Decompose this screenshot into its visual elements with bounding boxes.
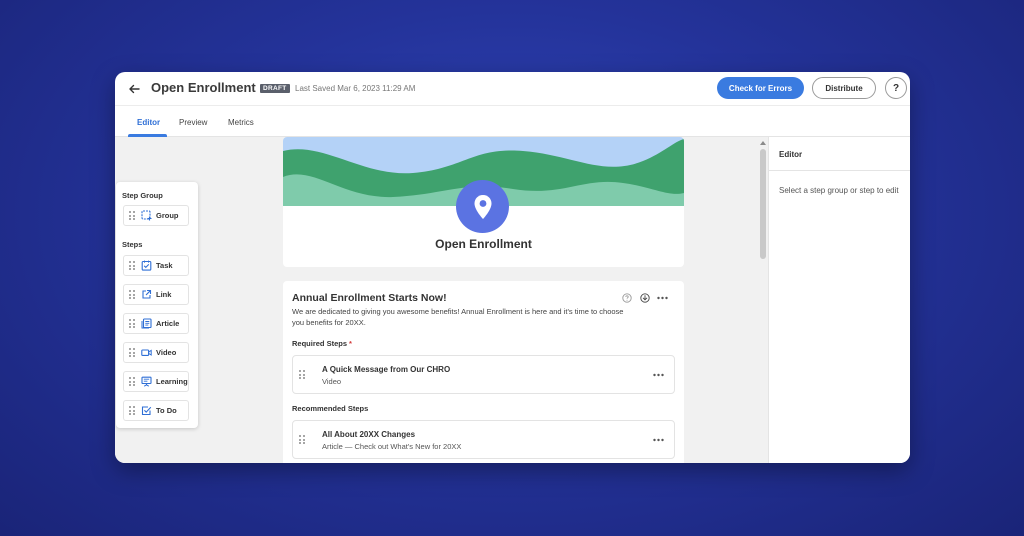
palette-item-label: Task	[156, 261, 173, 270]
panel-hint-text: Select a step group or step to edit	[779, 186, 899, 195]
step-type: Video	[322, 377, 342, 386]
palette-item-label: Group	[156, 211, 179, 220]
drag-handle-icon	[129, 261, 135, 270]
top-bar: Open Enrollment DRAFT Last Saved Mar 6, …	[115, 72, 910, 106]
panel-title: Editor	[779, 150, 803, 159]
drag-handle-icon[interactable]	[299, 370, 305, 379]
drag-handle-icon	[129, 211, 135, 220]
step-title: All About 20XX Changes	[322, 430, 416, 439]
step-card[interactable]: All About 20XX Changes Article — Check o…	[292, 420, 675, 459]
panel-divider	[769, 170, 910, 171]
required-steps-heading: Required Steps *	[292, 339, 352, 348]
app-window: Open Enrollment DRAFT Last Saved Mar 6, …	[115, 72, 910, 463]
location-pin-icon	[456, 180, 509, 233]
todo-icon	[141, 405, 152, 416]
group-icon	[141, 210, 152, 221]
scrollbar-thumb[interactable]	[760, 149, 766, 259]
palette-item-label: Article	[156, 319, 180, 328]
tab-metrics[interactable]: Metrics	[228, 118, 254, 127]
step-group-card[interactable]: Annual Enrollment Starts Now! We are ded…	[283, 281, 684, 463]
palette-item-learning[interactable]: Learning	[123, 371, 189, 392]
step-group-heading: Step Group	[122, 191, 163, 200]
steps-heading: Steps	[122, 240, 143, 249]
page-title: Open Enrollment	[151, 80, 256, 95]
palette-item-to-do[interactable]: To Do	[123, 400, 189, 421]
task-icon	[141, 260, 152, 271]
card-actions	[621, 292, 668, 303]
info-icon[interactable]	[621, 292, 632, 303]
download-icon[interactable]	[639, 292, 650, 303]
drag-handle-icon[interactable]	[299, 435, 305, 444]
last-saved-text: Last Saved Mar 6, 2023 11:29 AM	[295, 84, 416, 93]
editor-properties-panel: Editor Select a step group or step to ed…	[768, 137, 910, 463]
palette-item-label: To Do	[156, 406, 177, 415]
scroll-up-arrow-icon[interactable]	[760, 141, 766, 145]
drag-handle-icon	[129, 290, 135, 299]
palette-item-article[interactable]: Article	[123, 313, 189, 334]
back-arrow-icon[interactable]	[125, 80, 143, 98]
step-group-title: Annual Enrollment Starts Now!	[292, 292, 447, 304]
hero-card[interactable]: Open Enrollment	[283, 137, 684, 267]
tab-preview[interactable]: Preview	[179, 118, 207, 127]
hero-title: Open Enrollment	[435, 237, 532, 251]
drag-handle-icon	[129, 377, 135, 386]
help-button[interactable]: ?	[885, 77, 907, 99]
drag-handle-icon	[129, 406, 135, 415]
more-options-icon[interactable]	[650, 369, 666, 381]
palette-item-label: Video	[156, 348, 177, 357]
canvas-scrollbar[interactable]	[760, 141, 766, 259]
tab-bar: Editor Preview Metrics	[115, 106, 910, 137]
step-card[interactable]: A Quick Message from Our CHRO Video	[292, 355, 675, 394]
article-icon	[141, 318, 152, 329]
component-palette: Step Group Group Steps Task Link Article…	[116, 182, 198, 428]
more-options-icon[interactable]	[650, 434, 666, 446]
step-title: A Quick Message from Our CHRO	[322, 365, 451, 374]
distribute-button[interactable]: Distribute	[812, 77, 876, 99]
learning-icon	[141, 376, 152, 387]
drag-handle-icon	[129, 319, 135, 328]
palette-item-group[interactable]: Group	[123, 205, 189, 226]
editor-canvas[interactable]: Open Enrollment Annual Enrollment Starts…	[115, 137, 768, 463]
video-icon	[141, 347, 152, 358]
step-type: Article — Check out What's New for 20XX	[322, 442, 462, 451]
tab-editor[interactable]: Editor	[137, 118, 160, 127]
palette-item-label: Learning	[156, 377, 188, 386]
palette-item-link[interactable]: Link	[123, 284, 189, 305]
status-badge: DRAFT	[260, 84, 290, 93]
required-marker: *	[349, 339, 352, 348]
more-options-icon[interactable]	[657, 292, 668, 303]
palette-item-label: Link	[156, 290, 172, 299]
link-icon	[141, 289, 152, 300]
check-for-errors-button[interactable]: Check for Errors	[717, 77, 804, 99]
step-group-description: We are dedicated to giving you awesome b…	[292, 307, 624, 327]
recommended-steps-heading: Recommended Steps	[292, 404, 369, 413]
palette-item-video[interactable]: Video	[123, 342, 189, 363]
required-steps-label: Required Steps	[292, 339, 348, 348]
palette-item-task[interactable]: Task	[123, 255, 189, 276]
drag-handle-icon	[129, 348, 135, 357]
